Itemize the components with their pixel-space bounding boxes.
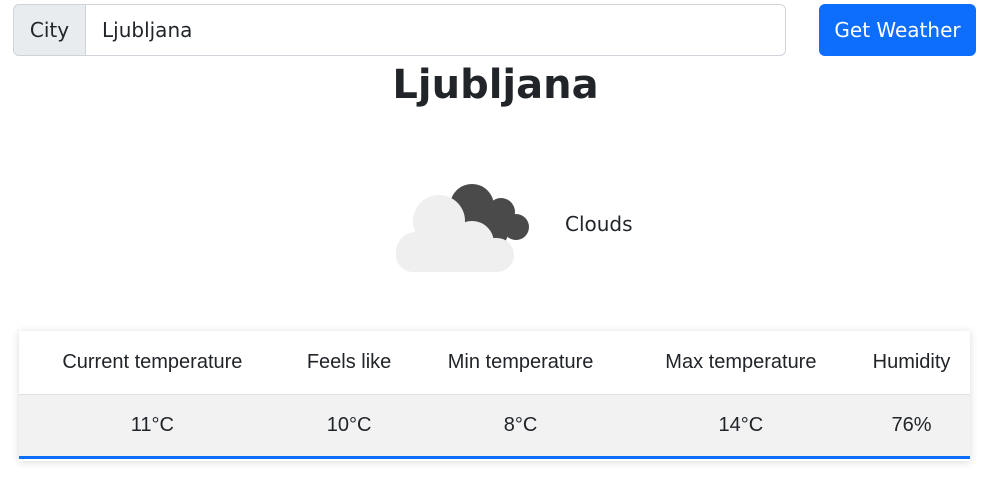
value-humidity: 76% [853,394,970,459]
value-current-temperature: 11°C [19,394,286,459]
city-input-group: City [13,4,786,56]
weather-condition: Clouds [565,212,633,236]
city-input[interactable] [85,4,786,56]
search-form: City Get Weather [13,4,976,56]
clouds-icon [386,176,536,276]
value-feels-like: 10°C [285,394,413,459]
get-weather-button[interactable]: Get Weather [819,4,976,56]
header-current-temperature: Current temperature [19,331,286,395]
table-row: 11°C 10°C 8°C 14°C 76% [19,394,970,459]
header-min-temperature: Min temperature [412,331,629,395]
city-label: City [13,4,85,56]
header-feels-like: Feels like [285,331,413,395]
value-max-temperature: 14°C [628,394,854,459]
table-header-row: Current temperature Feels like Min tempe… [19,331,970,395]
header-max-temperature: Max temperature [628,331,854,395]
weather-table: Current temperature Feels like Min tempe… [19,331,970,459]
header-humidity: Humidity [853,331,970,395]
weather-table-card: Current temperature Feels like Min tempe… [19,331,970,461]
value-min-temperature: 8°C [412,394,629,459]
city-title: Ljubljana [392,62,599,108]
